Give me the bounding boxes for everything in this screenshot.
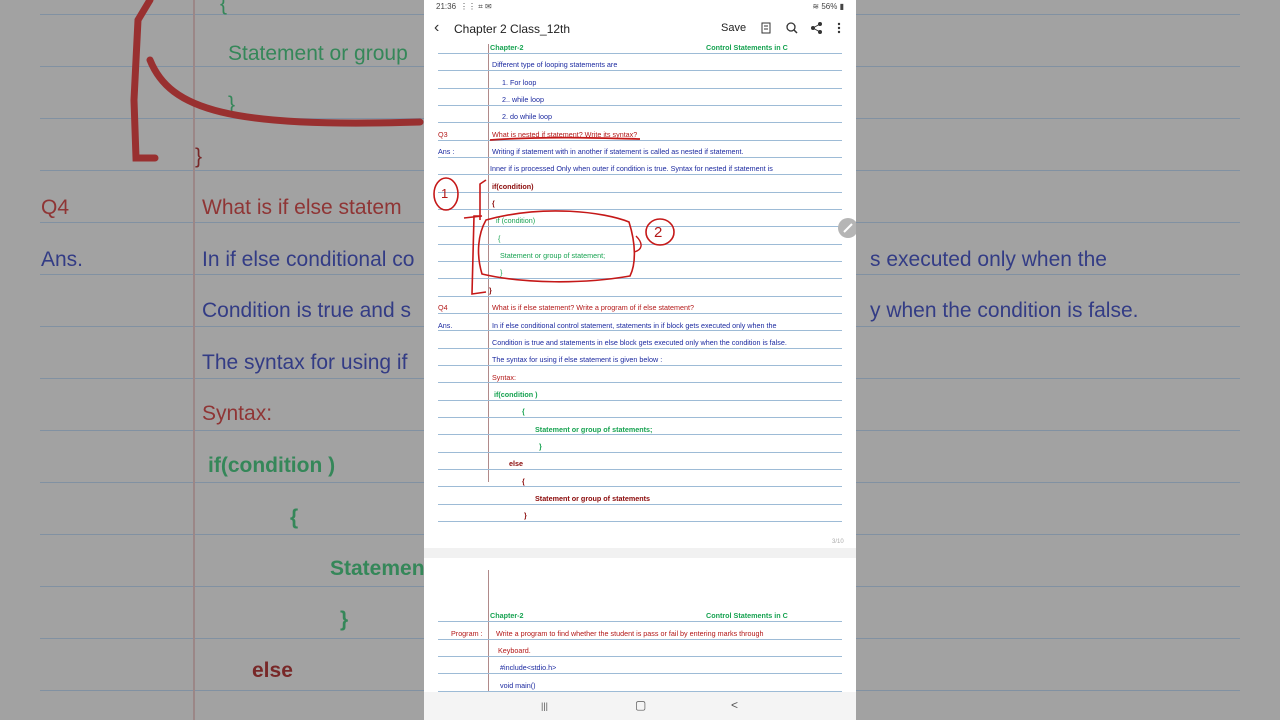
battery-level: 56% bbox=[821, 2, 838, 11]
status-bar: 21:36 ⋮⋮ ⌗ ✉ ≋ 56% ▮ bbox=[424, 0, 856, 14]
program-line: Write a program to find whether the stud… bbox=[496, 629, 764, 638]
program-line: void main() bbox=[500, 681, 536, 690]
annotation-number-1: 1 bbox=[441, 186, 449, 201]
app-bar: ‹ Chapter 2 Class_12th Save bbox=[424, 14, 856, 44]
page2-header-chapter: Chapter-2 bbox=[490, 611, 524, 620]
search-icon[interactable] bbox=[784, 20, 800, 36]
page2-header-topic: Control Statements in C bbox=[706, 611, 788, 620]
document-page-4[interactable]: Chapter-2 Control Statements in C Progra… bbox=[424, 558, 856, 692]
more-options-icon[interactable] bbox=[831, 20, 847, 36]
annotation-number-2: 2 bbox=[654, 224, 663, 241]
battery-icon: ▮ bbox=[837, 2, 844, 11]
recent-apps-button[interactable]: ||| bbox=[541, 701, 548, 711]
program-line: Keyboard. bbox=[498, 646, 531, 655]
page-separator bbox=[424, 548, 856, 558]
nav-back-button[interactable]: < bbox=[731, 698, 738, 712]
status-time: 21:36 bbox=[436, 2, 457, 11]
status-notification-icons: ⋮⋮ ⌗ ✉ bbox=[460, 2, 492, 11]
page-number: 3/10 bbox=[832, 539, 844, 545]
phone-screen: 21:36 ⋮⋮ ⌗ ✉ ≋ 56% ▮ ‹ Chapter 2 Class_1… bbox=[424, 0, 856, 720]
home-button[interactable]: ▢ bbox=[635, 698, 646, 712]
reading-mode-icon[interactable] bbox=[758, 20, 774, 36]
navigation-bar: ||| ▢ < bbox=[424, 692, 856, 720]
program-line: #include<stdio.h> bbox=[500, 663, 557, 672]
back-arrow-icon[interactable]: ‹ bbox=[434, 19, 439, 37]
document-page-3[interactable]: Chapter-2 Control Statements in C Differ… bbox=[424, 43, 856, 548]
edit-pen-button[interactable] bbox=[838, 218, 856, 238]
status-right: ≋ 56% ▮ bbox=[812, 2, 844, 11]
share-icon[interactable] bbox=[809, 20, 825, 36]
handwritten-annotation bbox=[433, 136, 675, 295]
document-title: Chapter 2 Class_12th bbox=[454, 22, 571, 36]
save-button[interactable]: Save bbox=[721, 22, 746, 34]
program-label: Program : bbox=[451, 629, 483, 638]
